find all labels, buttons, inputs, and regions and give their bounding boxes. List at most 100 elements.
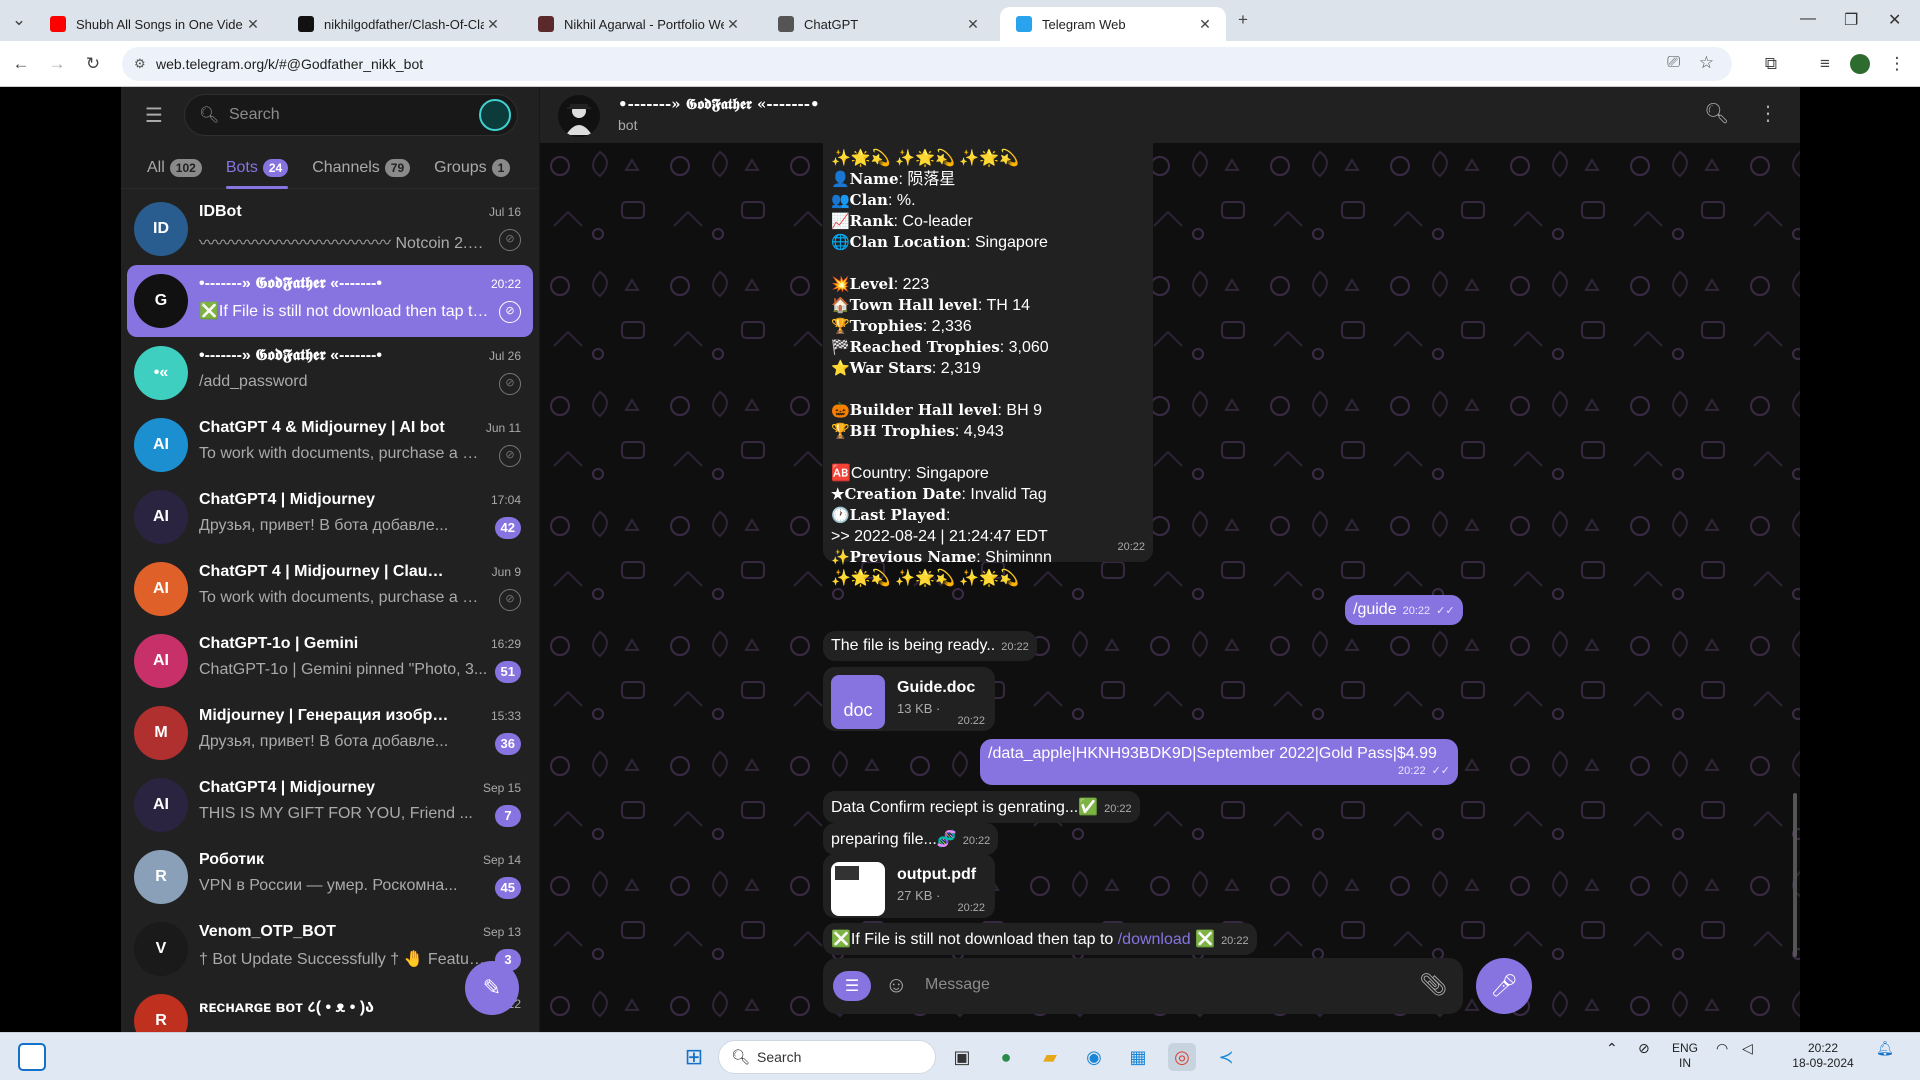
chat-list-item[interactable]: AI ChatGPT4 | Midjourney Sep 15 THIS IS MY … [127,769,533,841]
chat-name: IDBot [199,203,242,220]
hamburger-menu-icon[interactable]: ☰ [145,103,169,127]
chat-list-item[interactable]: G •-------» 𝕲𝖔𝖉𝕱𝖆𝖙𝖍𝖊𝖗 «-------• 20:22 ❎If F… [127,265,533,337]
bookmark-star-icon[interactable]: ☆ [1699,53,1714,73]
chat-header[interactable]: •-------» 𝕲𝖔𝖉𝕱𝖆𝖙𝖍𝖊𝖗 «-------• bot 🔍︎ ⋮ [540,87,1800,143]
extensions-icon[interactable]: ⧉ [1760,53,1782,75]
media-control-icon[interactable]: ≡ [1814,53,1836,75]
taskbar-search[interactable]: 🔍︎ Search [718,1040,936,1074]
download-command-link[interactable]: /download [1118,931,1191,948]
chat-avatar: R [134,850,188,904]
network-off-icon[interactable]: ⊘ [1638,1041,1650,1056]
new-tab-icon[interactable]: + [1232,9,1254,31]
chat-list-item[interactable]: AI ChatGPT 4 | Midjourney | Claude | Suno… [127,553,533,625]
file-message-guide-doc[interactable]: doc Guide.doc 13 KB · 20:22 [823,667,995,731]
chat-preview: † Bot Update Successfully † 🤚 Features..… [199,951,489,968]
chat-preview: Друзья, привет! В бота добавле... [199,517,449,534]
install-app-icon[interactable]: ⎚ [1667,54,1680,72]
start-windows-icon[interactable]: ⊞ [680,1043,708,1071]
back-icon[interactable]: ← [10,53,32,75]
chat-list-item[interactable]: M Midjourney | Генерация изображений 15:33… [127,697,533,769]
browser-tab[interactable]: nikhilgodfather/Clash-Of-Clans ✕ [282,7,514,41]
close-tab-icon[interactable]: ✕ [1196,16,1214,33]
close-window-icon[interactable]: ✕ [1888,10,1901,30]
unread-count-badge: 42 [494,517,521,539]
tray-overflow-icon[interactable]: ⌃ [1606,1041,1618,1056]
unread-count-badge: 36 [494,733,521,755]
close-tab-icon[interactable]: ✕ [484,16,502,33]
browser-tab[interactable]: ChatGPT ✕ [762,7,994,41]
message-time: 20:22 [1402,605,1431,617]
address-bar[interactable]: ⚙ web.telegram.org/k/#@Godfather_nikk_bo… [122,47,1732,81]
profile-line: 🕐Last Played: [831,505,1145,526]
close-tab-icon[interactable]: ✕ [724,16,742,33]
attach-paperclip-icon[interactable]: 📎︎ [1419,972,1447,998]
chat-list-item[interactable]: •« •-------» 𝕲𝖔𝖉𝕱𝖆𝖙𝖍𝖊𝖗 «-------• Jul 26/ad… [127,337,533,409]
voice-record-button[interactable]: 🎤︎ [1476,958,1532,1014]
volume-icon[interactable]: ◁ [1742,1041,1753,1056]
chat-list-item[interactable]: R Роботик Sep 14 VPN в России — умер. Роско… [127,841,533,913]
close-tab-icon[interactable]: ✕ [964,16,982,33]
chat-list-item[interactable]: ID IDBot Jul 16 〰〰〰〰〰〰〰〰〰〰〰〰 Notcoin 2.0 – … [127,193,533,265]
chat-name: Роботик [199,851,264,868]
folder-tab-all[interactable]: All 102 [147,147,202,189]
avatar-initials: V [155,940,167,957]
incoming-message-being-ready: The file is being ready.. 20:22 [823,631,1037,661]
reload-icon[interactable]: ↻ [82,53,104,75]
clock[interactable]: 20:22 18-09-2024 [1778,1041,1868,1071]
vscode-icon[interactable]: ≺ [1212,1043,1240,1071]
chat-name: ChatGPT 4 | Midjourney | Claude | Suno [199,563,449,580]
profile-line: 🎃Builder Hall level: BH 9 [831,400,1145,421]
tab-search-icon[interactable]: ⌄ [8,9,30,31]
tab-title: Shubh All Songs in One Vide [76,16,243,32]
browser-menu-icon[interactable]: ⋮ [1886,53,1908,75]
message-input[interactable]: Message [925,976,990,994]
notification-bell-icon[interactable]: 🔔︎ [1876,1041,1894,1056]
profile-key: 👤Name [831,170,899,188]
emoji-icon[interactable]: ☺ [885,972,907,998]
search-input[interactable]: 🔍︎ Search [184,94,518,136]
forward-icon[interactable]: → [46,53,68,75]
bot-menu-button[interactable]: ☰ [833,971,871,1001]
story-avatar[interactable] [479,99,511,131]
browser-tab[interactable]: Nikhil Agarwal - Portfolio Website✕ [522,7,754,41]
folder-tab-bots[interactable]: Bots 24 [225,147,289,189]
site-info-icon[interactable]: ⚙ [134,56,146,72]
task-view-icon[interactable]: ▣ [948,1043,976,1071]
profile-line: 🏆Trophies: 2,336 [831,316,1145,337]
muted-icon: ⊘ [499,301,521,323]
chat-list-item[interactable]: AI ChatGPT4 | Midjourney 17:04 Друзья, прив… [127,481,533,553]
profile-avatar-icon[interactable] [1850,54,1870,74]
edge-browser-icon[interactable]: ◉ [1080,1043,1108,1071]
file-message-output-pdf[interactable]: output.pdf 27 KB · 20:22 [823,854,995,918]
profile-value: : Shiminnn [976,549,1052,566]
restore-icon[interactable]: ❐ [1844,10,1858,30]
chat-scrollbar[interactable] [1793,793,1797,957]
pdf-file-icon[interactable] [831,862,885,916]
chat-avatar[interactable] [558,95,600,137]
file-explorer-icon[interactable]: ▰ [1036,1043,1064,1071]
copilot-icon[interactable]: ● [992,1043,1020,1071]
minimize-icon[interactable]: — [1800,10,1816,28]
wifi-icon[interactable]: ◠ [1716,1041,1728,1056]
chat-search-icon[interactable]: 🔍︎ [1704,101,1729,126]
chat-name: ChatGPT-1o | Gemini [199,635,359,652]
language-indicator[interactable]: ENG IN [1672,1041,1698,1071]
avatar-initials: R [155,868,167,885]
compose-pencil-button[interactable]: ✎ [465,961,519,1015]
chrome-icon[interactable]: ◎ [1168,1043,1196,1071]
document-file-icon[interactable]: doc [831,675,885,729]
chat-list-item[interactable]: AI ChatGPT-1o | Gemini 16:29 ChatGPT-1o | G… [127,625,533,697]
folder-tab-channels[interactable]: Channels 79 [312,147,411,189]
clock-time: 20:22 [1807,1041,1839,1055]
chat-avatar: AI [134,778,188,832]
chat-avatar: AI [134,634,188,688]
folder-tab-groups[interactable]: Groups 1 [434,147,511,189]
browser-tab[interactable]: Shubh All Songs in One Vide ✕ [34,7,274,41]
store-icon[interactable]: ▦ [1124,1043,1152,1071]
widgets-icon[interactable] [18,1043,46,1071]
chat-list-item[interactable]: AI ChatGPT 4 & Midjourney | AI bot Jun 11 T… [127,409,533,481]
portfolio-icon [538,16,554,32]
close-tab-icon[interactable]: ✕ [244,16,262,33]
browser-tab[interactable]: Telegram Web ✕ [1000,7,1226,41]
chat-more-icon[interactable]: ⋮ [1758,101,1778,126]
